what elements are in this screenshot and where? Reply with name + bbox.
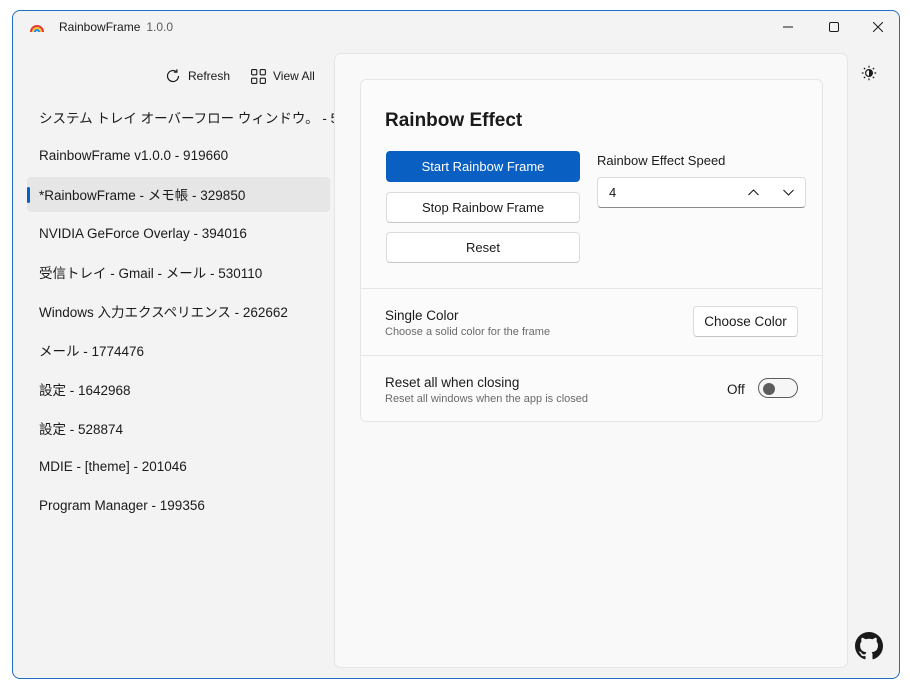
- speed-increment-button[interactable]: [738, 178, 768, 207]
- window-list-item[interactable]: NVIDIA GeForce Overlay - 394016: [27, 216, 330, 251]
- chevron-up-icon: [747, 189, 759, 196]
- window-list-item[interactable]: *RainbowFrame - メモ帳 - 329850: [27, 176, 330, 212]
- app-window: RainbowFrame 1.0.0 Refresh View All システム …: [12, 10, 900, 679]
- minimize-icon: [783, 26, 793, 28]
- toggle-knob: [763, 383, 775, 395]
- effect-section: Rainbow Effect Start Rainbow Frame Stop …: [361, 80, 822, 289]
- window-list-item[interactable]: RainbowFrame v1.0.0 - 919660: [27, 138, 330, 173]
- maximize-icon: [829, 22, 839, 32]
- view-all-button[interactable]: View All: [251, 67, 315, 85]
- stop-rainbow-button[interactable]: Stop Rainbow Frame: [386, 192, 580, 223]
- speed-decrement-button[interactable]: [773, 178, 803, 207]
- reset-on-close-row: Reset all when closing Reset all windows…: [361, 355, 822, 421]
- window-list-item[interactable]: メール - 1774476: [27, 332, 330, 367]
- window-list-item-label: メール - 1774476: [39, 343, 145, 359]
- github-button[interactable]: [854, 631, 884, 661]
- chevron-down-icon: [782, 189, 794, 196]
- window-list-item-label: *RainbowFrame - メモ帳 - 329850: [39, 188, 246, 204]
- start-rainbow-button[interactable]: Start Rainbow Frame: [386, 151, 580, 182]
- close-button[interactable]: [855, 11, 899, 43]
- window-list-item[interactable]: システム トレイ オーバーフロー ウィンドウ。 - 527028: [27, 99, 376, 134]
- reset-on-close-description: Reset all windows when the app is closed: [385, 393, 589, 405]
- selection-indicator: [27, 186, 30, 203]
- grid-icon: [251, 68, 266, 84]
- window-list-item[interactable]: Program Manager - 199356: [27, 488, 330, 523]
- reset-on-close-title: Reset all when closing: [385, 375, 520, 390]
- window-title: RainbowFrame 1.0.0: [59, 20, 173, 34]
- app-version: 1.0.0: [146, 20, 174, 34]
- single-color-title: Single Color: [385, 308, 459, 323]
- window-list: システム トレイ オーバーフロー ウィンドウ。 - 527028 RainbowF…: [27, 99, 376, 527]
- window-list-item[interactable]: 設定 - 1642968: [27, 371, 330, 406]
- maximize-button[interactable]: [811, 11, 857, 43]
- theme-toggle-button[interactable]: [857, 61, 881, 85]
- refresh-icon: [166, 69, 180, 83]
- minimize-button[interactable]: [765, 11, 811, 43]
- window-list-item-label: RainbowFrame v1.0.0 - 919660: [39, 147, 229, 163]
- window-list-item-label: Windows 入力エクスペリエンス - 262662: [39, 304, 288, 320]
- speed-label: Rainbow Effect Speed: [597, 153, 726, 168]
- reset-on-close-toggle[interactable]: [758, 378, 798, 398]
- reset-button[interactable]: Reset: [386, 232, 580, 263]
- window-list-item[interactable]: MDIE - [theme] - 201046: [27, 449, 330, 484]
- window-list-item-label: 設定 - 1642968: [39, 382, 131, 398]
- app-name: RainbowFrame: [59, 20, 141, 34]
- content-panel: Rainbow Effect Start Rainbow Frame Stop …: [334, 53, 848, 668]
- window-list-item-label: MDIE - [theme] - 201046: [39, 459, 187, 475]
- github-icon: [855, 632, 883, 660]
- window-list-item-label: システム トレイ オーバーフロー ウィンドウ。 - 527028: [39, 110, 376, 126]
- toggle-state-label: Off: [727, 382, 745, 397]
- choose-color-button[interactable]: Choose Color: [693, 306, 798, 337]
- window-list-item[interactable]: 受信トレイ - Gmail - メール - 530110: [27, 255, 330, 290]
- single-color-description: Choose a solid color for the frame: [385, 326, 551, 338]
- card-title: Rainbow Effect: [385, 110, 523, 131]
- refresh-label: Refresh: [188, 69, 231, 83]
- speed-value[interactable]: 4: [609, 185, 616, 200]
- title-bar: RainbowFrame 1.0.0: [13, 11, 899, 43]
- window-list-item-label: Program Manager - 199356: [39, 497, 205, 513]
- window-list-item-label: 受信トレイ - Gmail - メール - 530110: [39, 266, 263, 282]
- refresh-button[interactable]: Refresh: [165, 67, 230, 85]
- window-list-item-label: NVIDIA GeForce Overlay - 394016: [39, 225, 247, 241]
- rainbow-effect-card: Rainbow Effect Start Rainbow Frame Stop …: [360, 79, 823, 422]
- window-list-item[interactable]: 設定 - 528874: [27, 410, 330, 445]
- rainbow-icon: [30, 25, 44, 33]
- single-color-row: Single Color Choose a solid color for th…: [361, 289, 822, 355]
- window-list-item-label: 設定 - 528874: [39, 421, 124, 437]
- view-all-label: View All: [273, 69, 315, 83]
- window-list-item[interactable]: Windows 入力エクスペリエンス - 262662: [27, 293, 330, 328]
- speed-number-box[interactable]: 4: [597, 177, 806, 208]
- brightness-icon: [861, 65, 877, 81]
- close-icon: [873, 22, 883, 32]
